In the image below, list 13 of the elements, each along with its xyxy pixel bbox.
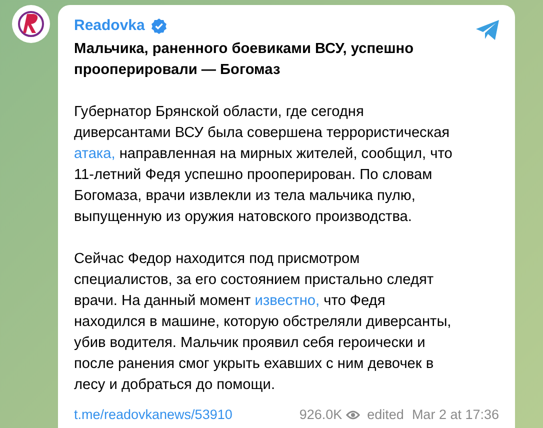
- edited-label: edited: [367, 407, 404, 422]
- channel-name[interactable]: Readovka: [74, 17, 145, 34]
- inline-link[interactable]: атака,: [74, 146, 116, 162]
- channel-avatar-icon[interactable]: [12, 5, 50, 43]
- post-paragraph: Сейчас Федор находится под присмотром специалистов, за его состоянием пристально следят врачи. На данный момент известно, что Федя находился в машине, которую обстреляли диверсанты, убив водителя. Мальчик проявил себя героически и после ранения смог укрыть ехавших с ним девочек в лесу и добраться до помощи.: [74, 250, 452, 395]
- post-link[interactable]: t.me/readovkanews/53910: [74, 407, 232, 422]
- post-time: Mar 2 at 17:36: [412, 407, 499, 422]
- post-paragraph: Губернатор Брянской области, где сегодня диверсантами ВСУ была совершена террористическая атака, направленная на мирных жителей, сообщил, что 11-летний Федя успешно прооперирован. По словам Богомаза, врачи извлекли из тела мальчика пулю, выпущенную из оружия натовского производства.: [74, 103, 454, 227]
- telegram-plane-icon[interactable]: [475, 19, 501, 41]
- view-count: 926.0K: [299, 407, 342, 422]
- eye-icon: [346, 410, 360, 420]
- post-title: Мальчика, раненного боевиками ВСУ, успешно прооперировали — Богомаз: [74, 40, 415, 80]
- inline-link[interactable]: известно,: [254, 293, 320, 309]
